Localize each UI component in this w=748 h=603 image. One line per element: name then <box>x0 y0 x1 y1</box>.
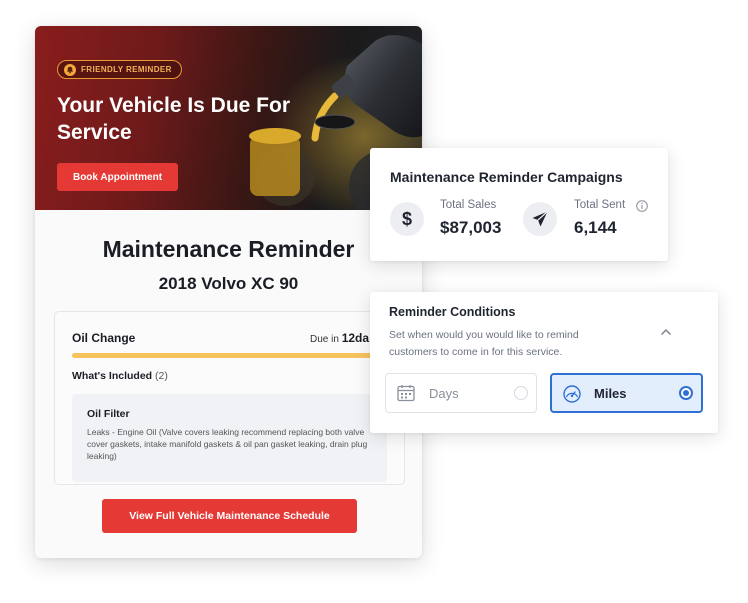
service-progress-fill <box>72 353 390 358</box>
due-value: 12da <box>341 331 370 345</box>
view-schedule-button[interactable]: View Full Vehicle Maintenance Schedule <box>102 499 357 533</box>
paper-plane-icon <box>523 202 557 236</box>
included-part-card: Oil Filter Leaks - Engine Oil (Valve cov… <box>72 394 387 482</box>
part-name: Oil Filter <box>87 408 130 420</box>
service-item-card: Oil Change Due in 12da What's Included (… <box>54 311 406 485</box>
campaigns-title: Maintenance Reminder Campaigns <box>390 169 623 185</box>
option-days-label: Days <box>429 386 459 401</box>
included-count: (2) <box>155 370 168 382</box>
dollar-icon: $ <box>390 202 424 236</box>
total-sales-value: $87,003 <box>440 218 502 237</box>
email-preview-card: FRIENDLY REMINDER Your Vehicle Is Due Fo… <box>35 26 422 558</box>
badge-label: FRIENDLY REMINDER <box>81 65 172 74</box>
reminder-conditions-card: Reminder Conditions Set when would you w… <box>370 292 718 433</box>
whats-included-heading: What's Included (2) <box>72 370 168 382</box>
book-appointment-button[interactable]: Book Appointment <box>57 163 178 191</box>
due-prefix: Due in <box>310 334 339 345</box>
info-icon[interactable] <box>636 199 648 212</box>
svg-text:$: $ <box>402 209 412 229</box>
service-progress-bar <box>72 353 406 358</box>
friendly-reminder-badge: FRIENDLY REMINDER <box>57 60 182 79</box>
calendar-icon <box>397 385 415 402</box>
conditions-title: Reminder Conditions <box>389 305 516 319</box>
included-label: What's Included <box>72 370 153 382</box>
option-days[interactable]: Days <box>385 373 537 413</box>
hero-title: Your Vehicle Is Due For Service <box>57 94 291 144</box>
email-title: Maintenance Reminder <box>102 236 355 262</box>
conditions-description: Set when would you would like to remind … <box>389 329 579 358</box>
service-name: Oil Change <box>72 331 136 345</box>
chevron-up-icon[interactable] <box>660 328 672 336</box>
option-miles-label: Miles <box>594 386 627 401</box>
service-due: Due in 12da <box>310 331 369 345</box>
total-sales-label: Total Sales <box>440 199 497 211</box>
miles-radio[interactable] <box>679 386 693 400</box>
part-description: Leaks - Engine Oil (Valve covers leaking… <box>87 427 368 461</box>
hero-banner: FRIENDLY REMINDER Your Vehicle Is Due Fo… <box>35 26 422 210</box>
total-sent-value: 6,144 <box>574 218 617 237</box>
vehicle-name: 2018 Volvo XC 90 <box>158 274 299 293</box>
total-sent-label: Total Sent <box>574 199 626 211</box>
bell-icon <box>64 63 76 76</box>
days-radio[interactable] <box>514 386 528 400</box>
option-miles[interactable]: Miles <box>550 373 703 413</box>
speedometer-icon <box>563 385 581 403</box>
campaigns-card: Maintenance Reminder Campaigns $ Total S… <box>370 148 668 261</box>
